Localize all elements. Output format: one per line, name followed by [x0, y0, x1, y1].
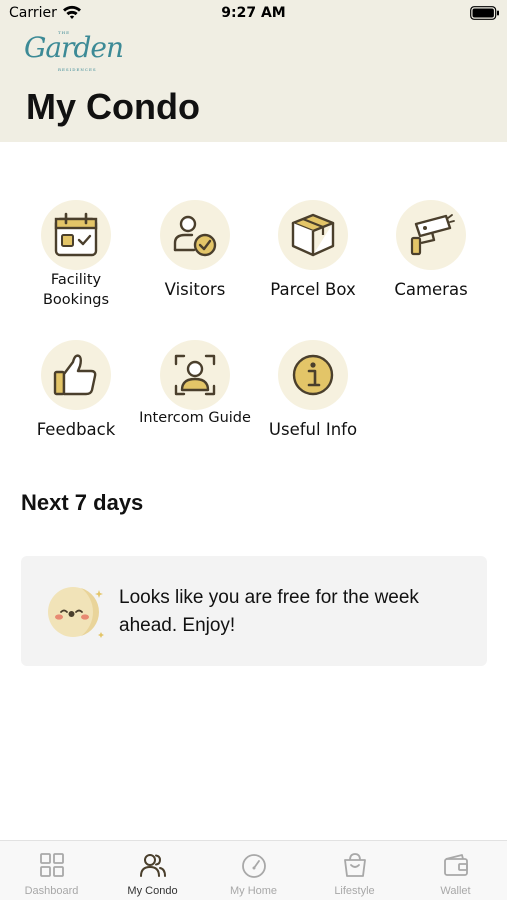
tile-label: Feedback [36, 420, 116, 439]
gauge-icon [242, 854, 266, 878]
thumbs-up-icon [53, 354, 97, 396]
tab-label: Dashboard [24, 885, 79, 897]
tab-wallet[interactable]: Wallet [405, 841, 506, 900]
tile-parcel-box[interactable]: Parcel Box [254, 200, 372, 320]
security-camera-icon [410, 214, 455, 256]
tile-label: Facility Bookings [42, 272, 110, 308]
info-icon [292, 354, 334, 396]
tile-label: Intercom Guide [139, 410, 251, 426]
parcel-box-icon [291, 213, 335, 257]
garden-residences-logo: THE Garden RESIDENCES [22, 28, 124, 76]
section-title-next-7-days: Next 7 days [21, 490, 144, 515]
visitor-check-icon [173, 215, 217, 257]
people-icon [140, 854, 166, 877]
status-bar: Carrier 9:27 AM [0, 0, 507, 30]
tab-label: Wallet [440, 885, 471, 897]
tab-dashboard[interactable]: Dashboard [1, 841, 102, 900]
tile-label: Parcel Box [270, 280, 356, 299]
grid-icon [40, 853, 64, 877]
tile-cameras[interactable]: Cameras [372, 200, 490, 320]
tile-useful-info[interactable]: Useful Info [254, 340, 372, 460]
tab-label: My Condo [127, 885, 178, 897]
bottom-tab-bar: Dashboard My Condo My Home Lifestyle Wal… [0, 840, 507, 900]
tab-label: Lifestyle [334, 885, 375, 897]
tile-intercom-guide[interactable]: Intercom Guide [136, 340, 254, 460]
tile-label: Visitors [164, 280, 226, 299]
empty-schedule-message: Looks like you are free for the week ahe… [119, 587, 419, 636]
tab-lifestyle[interactable]: Lifestyle [304, 841, 405, 900]
page-title: My Condo [26, 86, 200, 127]
tile-label: Useful Info [268, 420, 358, 439]
tile-label: Cameras [394, 280, 468, 299]
shopping-bag-icon [344, 853, 366, 877]
logo-bottom-text: RESIDENCES [58, 67, 97, 72]
tile-feedback[interactable]: Feedback [17, 340, 135, 460]
empty-schedule-card: Looks like you are free for the week ahe… [21, 556, 487, 666]
tile-visitors[interactable]: Visitors [136, 200, 254, 320]
header: Carrier 9:27 AM THE Garden RESIDENCES My… [0, 0, 507, 142]
tab-label: My Home [229, 885, 278, 897]
logo-script-text: Garden [24, 31, 124, 64]
calendar-icon [54, 212, 98, 257]
battery-icon [470, 6, 499, 20]
tile-facility-bookings[interactable]: Facility Bookings [17, 200, 135, 320]
intercom-face-icon [174, 354, 216, 396]
clock: 9:27 AM [221, 5, 286, 21]
tab-my-condo[interactable]: My Condo [102, 841, 203, 900]
wallet-icon [444, 854, 468, 876]
sleepy-moon-icon [48, 587, 104, 638]
tab-my-home[interactable]: My Home [203, 841, 304, 900]
